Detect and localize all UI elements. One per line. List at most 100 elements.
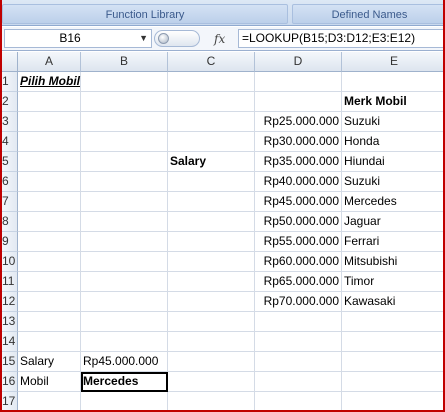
column-header-c[interactable]: C: [168, 52, 255, 72]
ribbon-group-defined-names[interactable]: Defined Names: [292, 4, 443, 24]
cell-c5[interactable]: Salary: [168, 152, 255, 172]
row-header-14[interactable]: 14: [2, 332, 18, 352]
cell-b8[interactable]: [81, 212, 168, 232]
cell-a10[interactable]: [18, 252, 81, 272]
cell-a16[interactable]: Mobil: [18, 372, 81, 392]
row-header-11[interactable]: 11: [2, 272, 18, 292]
cell-e10[interactable]: Mitsubishi: [342, 252, 443, 272]
cell-e13[interactable]: [342, 312, 443, 332]
cell-a12[interactable]: [18, 292, 81, 312]
cell-d15[interactable]: [255, 352, 342, 372]
cell-e9[interactable]: Ferrari: [342, 232, 443, 252]
cell-c13[interactable]: [168, 312, 255, 332]
row-header-7[interactable]: 7: [2, 192, 18, 212]
row-header-6[interactable]: 6: [2, 172, 18, 192]
cell-b11[interactable]: [81, 272, 168, 292]
cell-d17[interactable]: [255, 392, 342, 410]
cell-c11[interactable]: [168, 272, 255, 292]
formula-bar-resize-handle[interactable]: [154, 30, 200, 47]
cell-b12[interactable]: [81, 292, 168, 312]
cell-d12[interactable]: Rp70.000.000: [255, 292, 342, 312]
cell-d16[interactable]: [255, 372, 342, 392]
cell-d8[interactable]: Rp50.000.000: [255, 212, 342, 232]
cell-c16[interactable]: [168, 372, 255, 392]
cell-a14[interactable]: [18, 332, 81, 352]
row-header-4[interactable]: 4: [2, 132, 18, 152]
cell-c4[interactable]: [168, 132, 255, 152]
cell-a13[interactable]: [18, 312, 81, 332]
row-header-5[interactable]: 5: [2, 152, 18, 172]
row-header-1[interactable]: 1: [2, 72, 18, 92]
cell-c3[interactable]: [168, 112, 255, 132]
cell-d1[interactable]: [255, 72, 342, 92]
row-header-13[interactable]: 13: [2, 312, 18, 332]
cell-c2[interactable]: [168, 92, 255, 112]
row-header-10[interactable]: 10: [2, 252, 18, 272]
cell-a1[interactable]: Pilih Mobil: [18, 72, 81, 92]
column-header-e[interactable]: E: [342, 52, 443, 72]
cell-a7[interactable]: [18, 192, 81, 212]
cell-e8[interactable]: Jaguar: [342, 212, 443, 232]
row-header-15[interactable]: 15: [2, 352, 18, 372]
cell-c17[interactable]: [168, 392, 255, 410]
cell-d5[interactable]: Rp35.000.000: [255, 152, 342, 172]
cell-a4[interactable]: [18, 132, 81, 152]
cell-b15[interactable]: Rp45.000.000: [81, 352, 168, 372]
cell-c8[interactable]: [168, 212, 255, 232]
row-header-3[interactable]: 3: [2, 112, 18, 132]
row-header-8[interactable]: 8: [2, 212, 18, 232]
cell-e17[interactable]: [342, 392, 443, 410]
insert-function-icon[interactable]: fx: [214, 30, 225, 48]
cell-d4[interactable]: Rp30.000.000: [255, 132, 342, 152]
chevron-down-icon[interactable]: ▼: [139, 30, 148, 47]
cell-e2[interactable]: Merk Mobil: [342, 92, 443, 112]
formula-input[interactable]: =LOOKUP(B15;D3:D12;E3:E12): [238, 29, 443, 48]
cell-c14[interactable]: [168, 332, 255, 352]
select-all-corner[interactable]: [2, 52, 18, 72]
cell-e7[interactable]: Mercedes: [342, 192, 443, 212]
cell-d10[interactable]: Rp60.000.000: [255, 252, 342, 272]
cell-a2[interactable]: [18, 92, 81, 112]
cell-b16[interactable]: Mercedes: [81, 372, 168, 392]
cell-b10[interactable]: [81, 252, 168, 272]
cell-c10[interactable]: [168, 252, 255, 272]
cell-a15[interactable]: Salary: [18, 352, 81, 372]
cell-c7[interactable]: [168, 192, 255, 212]
column-header-b[interactable]: B: [81, 52, 168, 72]
cell-e12[interactable]: Kawasaki: [342, 292, 443, 312]
cell-e14[interactable]: [342, 332, 443, 352]
cell-e4[interactable]: Honda: [342, 132, 443, 152]
cell-a6[interactable]: [18, 172, 81, 192]
cell-e15[interactable]: [342, 352, 443, 372]
row-header-12[interactable]: 12: [2, 292, 18, 312]
cell-b17[interactable]: [81, 392, 168, 410]
cell-d6[interactable]: Rp40.000.000: [255, 172, 342, 192]
cell-b4[interactable]: [81, 132, 168, 152]
cell-b3[interactable]: [81, 112, 168, 132]
cell-c15[interactable]: [168, 352, 255, 372]
cell-b14[interactable]: [81, 332, 168, 352]
cell-a11[interactable]: [18, 272, 81, 292]
cell-d2[interactable]: [255, 92, 342, 112]
cell-e3[interactable]: Suzuki: [342, 112, 443, 132]
column-header-d[interactable]: D: [255, 52, 342, 72]
cell-a3[interactable]: [18, 112, 81, 132]
cell-e16[interactable]: [342, 372, 443, 392]
cell-d13[interactable]: [255, 312, 342, 332]
cell-a17[interactable]: [18, 392, 81, 410]
cell-d3[interactable]: Rp25.000.000: [255, 112, 342, 132]
cell-c12[interactable]: [168, 292, 255, 312]
cell-d9[interactable]: Rp55.000.000: [255, 232, 342, 252]
cell-e11[interactable]: Timor: [342, 272, 443, 292]
name-box[interactable]: B16 ▼: [4, 29, 152, 48]
cell-d14[interactable]: [255, 332, 342, 352]
row-header-2[interactable]: 2: [2, 92, 18, 112]
row-header-17[interactable]: 17: [2, 392, 18, 410]
cell-b13[interactable]: [81, 312, 168, 332]
cell-d7[interactable]: Rp45.000.000: [255, 192, 342, 212]
cell-c1[interactable]: [168, 72, 255, 92]
cell-a5[interactable]: [18, 152, 81, 172]
cell-b7[interactable]: [81, 192, 168, 212]
cell-c9[interactable]: [168, 232, 255, 252]
row-header-9[interactable]: 9: [2, 232, 18, 252]
